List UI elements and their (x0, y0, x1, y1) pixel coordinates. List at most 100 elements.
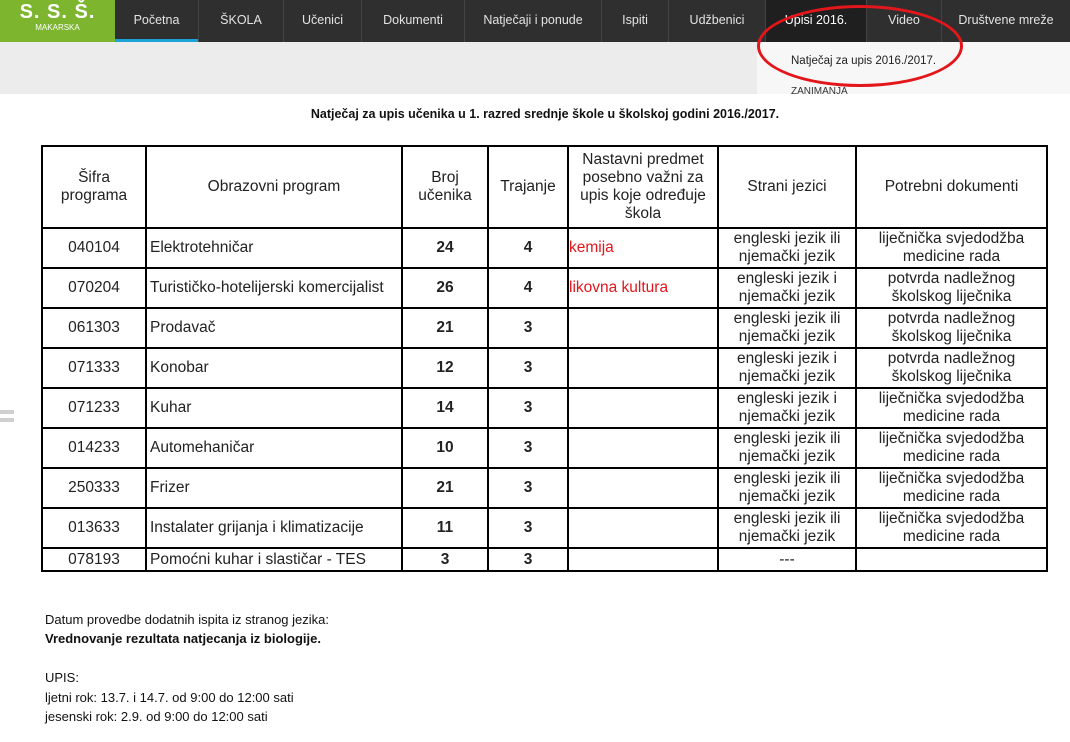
nav-item-ucenici[interactable]: Učenici (284, 0, 362, 42)
evaluation-note: Vrednovanje rezultata natjecanja iz biol… (45, 631, 321, 646)
cell-languages: engleski jezik ili njemački jezik (717, 307, 857, 349)
cell-program: Elektrotehničar (145, 227, 403, 269)
cell-documents: liječnička svjedodžba medicine rada (855, 227, 1048, 269)
cell-languages: engleski jezik ili njemački jezik (717, 227, 857, 269)
cell-code: 013633 (41, 507, 147, 549)
enrollment-table: Šifra programa Obrazovni program Broj uč… (41, 145, 1048, 572)
cell-duration: 4 (487, 227, 569, 269)
cell-students: 14 (401, 387, 489, 429)
header-broj-ucenika: Broj učenika (401, 145, 489, 229)
cell-duration: 4 (487, 267, 569, 309)
header-potrebni-dokumenti: Potrebni dokumenti (855, 145, 1048, 229)
nav-item-natjecaji[interactable]: Natječaji i ponude (465, 0, 602, 42)
cell-languages: engleski jezik ili njemački jezik (717, 507, 857, 549)
cell-languages: engleski jezik i njemački jezik (717, 267, 857, 309)
cell-students: 24 (401, 227, 489, 269)
cell-code: 071233 (41, 387, 147, 429)
page-title: Natječaj za upis učenika u 1. razred sre… (310, 107, 780, 121)
cell-program: Prodavač (145, 307, 403, 349)
header-trajanje: Trajanje (487, 145, 569, 229)
site-logo[interactable]: S. S. Š. MAKARSKA (0, 0, 115, 42)
cell-languages: --- (717, 547, 857, 572)
cell-program: Pomoćni kuhar i slastičar - TES (145, 547, 403, 572)
header-sifra-programa: Šifra programa (41, 145, 147, 229)
cell-students: 11 (401, 507, 489, 549)
cell-code: 250333 (41, 467, 147, 509)
cell-students: 3 (401, 547, 489, 572)
cell-duration: 3 (487, 427, 569, 469)
left-edge-marks (0, 410, 14, 430)
cell-duration: 3 (487, 347, 569, 389)
nav-item-pocetna[interactable]: Početna (115, 0, 199, 42)
table-row: 071233 Kuhar 14 3 engleski jezik i njema… (41, 387, 1048, 429)
nav-item-drustvene-mreze[interactable]: Društvene mreže (942, 0, 1070, 42)
table-row: 078193 Pomoćni kuhar i slastičar - TES 3… (41, 547, 1048, 572)
cell-documents (855, 547, 1048, 572)
cell-students: 12 (401, 347, 489, 389)
cell-code: 040104 (41, 227, 147, 269)
table-row: 040104 Elektrotehničar 24 4 kemija engle… (41, 227, 1048, 269)
cell-duration: 3 (487, 547, 569, 572)
table-row: 070204 Turističko-hotelijerski komercija… (41, 267, 1048, 309)
cell-languages: engleski jezik i njemački jezik (717, 387, 857, 429)
cell-subject: likovna kultura (567, 267, 719, 309)
table-row: 014233 Automehaničar 10 3 engleski jezik… (41, 427, 1048, 469)
cell-program: Konobar (145, 347, 403, 389)
cell-documents: liječnička svjedodžba medicine rada (855, 387, 1048, 429)
cell-subject (567, 387, 719, 429)
cell-languages: engleski jezik ili njemački jezik (717, 467, 857, 509)
cell-subject (567, 427, 719, 469)
cell-program: Frizer (145, 467, 403, 509)
cell-subject (567, 307, 719, 349)
cell-duration: 3 (487, 387, 569, 429)
table-row: 061303 Prodavač 21 3 engleski jezik ili … (41, 307, 1048, 349)
table-row: 071333 Konobar 12 3 engleski jezik i nje… (41, 347, 1048, 389)
logo-text: S. S. Š. (19, 1, 96, 23)
cell-students: 21 (401, 307, 489, 349)
cell-students: 10 (401, 427, 489, 469)
cell-documents: liječnička svjedodžba medicine rada (855, 467, 1048, 509)
red-highlight-circle (757, 5, 963, 87)
cell-duration: 3 (487, 467, 569, 509)
cell-code: 070204 (41, 267, 147, 309)
nav-item-dokumenti[interactable]: Dokumenti (362, 0, 465, 42)
dropdown-item-zanimanja[interactable]: ZANIMANJA (791, 86, 848, 94)
cell-documents: liječnička svjedodžba medicine rada (855, 507, 1048, 549)
nav-item-skola[interactable]: ŠKOLA (199, 0, 284, 42)
cell-program: Automehaničar (145, 427, 403, 469)
cell-duration: 3 (487, 307, 569, 349)
cell-program: Turističko-hotelijerski komercijalist (145, 267, 403, 309)
exam-date-note: Datum provedbe dodatnih ispita iz strano… (45, 612, 329, 627)
cell-subject: kemija (567, 227, 719, 269)
cell-code: 014233 (41, 427, 147, 469)
cell-program: Instalater grijanja i klimatizacije (145, 507, 403, 549)
cell-documents: potvrda nadležnog školskog liječnika (855, 347, 1048, 389)
table-row: 250333 Frizer 21 3 engleski jezik ili nj… (41, 467, 1048, 509)
cell-documents: liječnička svjedodžba medicine rada (855, 427, 1048, 469)
cell-languages: engleski jezik ili njemački jezik (717, 427, 857, 469)
cell-students: 26 (401, 267, 489, 309)
header-strani-jezici: Strani jezici (717, 145, 857, 229)
cell-code: 078193 (41, 547, 147, 572)
header-nastavni-predmet: Nastavni predmet posebno važni za upis k… (567, 145, 719, 229)
summer-term-note: ljetni rok: 13.7. i 14.7. od 9:00 do 12:… (45, 690, 294, 705)
cell-subject (567, 347, 719, 389)
cell-code: 061303 (41, 307, 147, 349)
cell-students: 21 (401, 467, 489, 509)
logo-subtitle: MAKARSKA (35, 23, 80, 32)
nav-item-udzbenici[interactable]: Udžbenici (669, 0, 766, 42)
table-row: 013633 Instalater grijanja i klimatizaci… (41, 507, 1048, 549)
cell-duration: 3 (487, 507, 569, 549)
cell-documents: potvrda nadležnog školskog liječnika (855, 267, 1048, 309)
cell-code: 071333 (41, 347, 147, 389)
table-header-row: Šifra programa Obrazovni program Broj uč… (41, 145, 1048, 229)
autumn-term-note: jesenski rok: 2.9. od 9:00 do 12:00 sati (45, 709, 268, 724)
nav-item-ispiti[interactable]: Ispiti (602, 0, 669, 42)
cell-subject (567, 467, 719, 509)
cell-documents: potvrda nadležnog školskog liječnika (855, 307, 1048, 349)
upis-heading: UPIS: (45, 670, 79, 685)
cell-program: Kuhar (145, 387, 403, 429)
cell-languages: engleski jezik i njemački jezik (717, 347, 857, 389)
cell-subject (567, 507, 719, 549)
header-obrazovni-program: Obrazovni program (145, 145, 403, 229)
